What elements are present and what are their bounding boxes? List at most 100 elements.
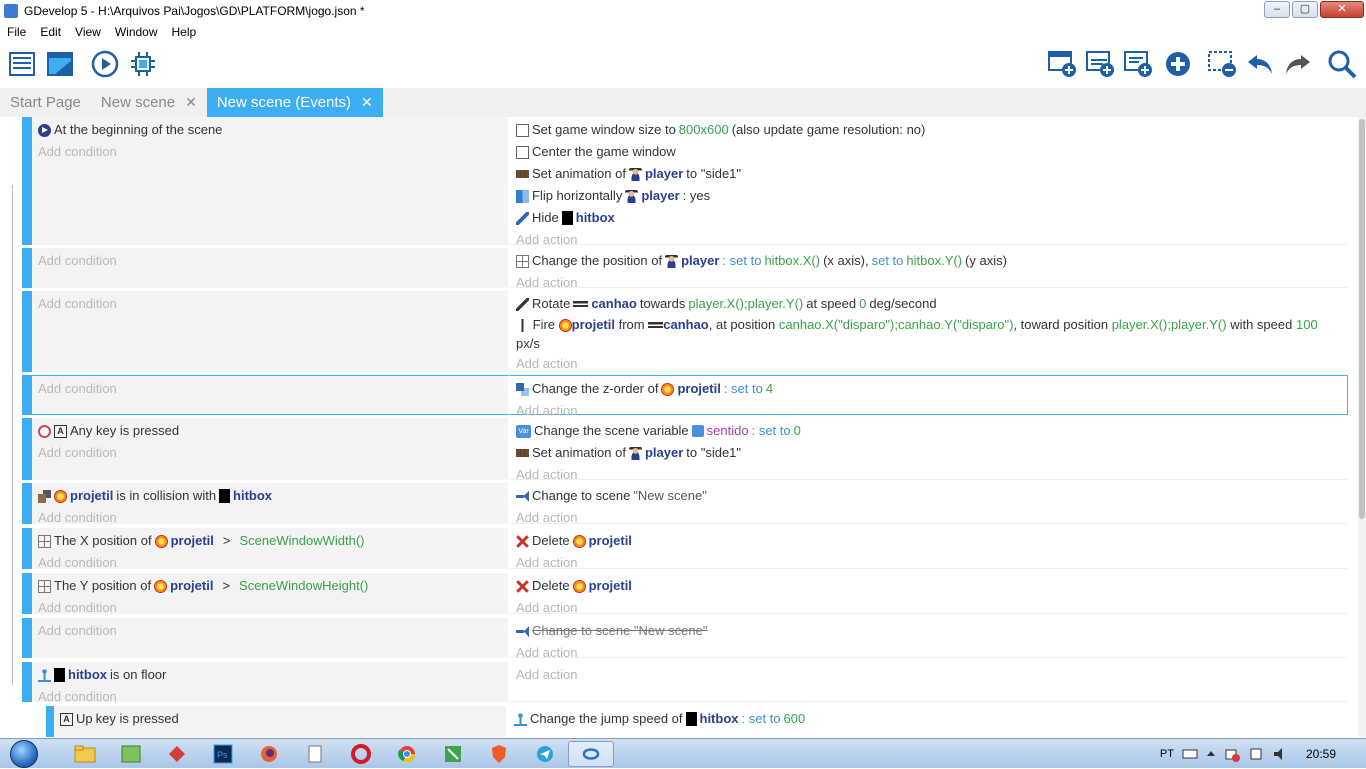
action[interactable]: Fire projetil from canhao, at position c… bbox=[516, 315, 1342, 353]
condition[interactable]: The X position of projetil > SceneWindowWid… bbox=[38, 530, 502, 552]
event-row[interactable]: hitbox is on floor Add condition Add acti… bbox=[22, 662, 1348, 704]
action[interactable]: Flip horizontally player: yes bbox=[516, 185, 1342, 207]
add-condition-link[interactable]: Add condition bbox=[38, 250, 502, 271]
conditions-column[interactable]: Add condition bbox=[32, 291, 510, 372]
add-action-link[interactable]: Add action bbox=[516, 464, 1342, 485]
events-scrollbar[interactable] bbox=[1358, 117, 1366, 737]
taskbar-telegram[interactable] bbox=[522, 741, 568, 767]
add-subevent-button[interactable] bbox=[1084, 48, 1116, 80]
actions-column[interactable]: Change to scene "New scene" Add action bbox=[510, 483, 1348, 525]
add-event-button[interactable] bbox=[1046, 48, 1078, 80]
add-condition-link[interactable]: Add condition bbox=[38, 552, 502, 573]
menu-file[interactable]: File bbox=[0, 25, 33, 39]
condition[interactable]: hitbox is on floor bbox=[38, 664, 502, 686]
action[interactable]: Delete projetil bbox=[516, 530, 1342, 552]
add-action-link[interactable]: Add action bbox=[516, 642, 1342, 663]
actions-column[interactable]: Change the jump speed of hitbox: set to 60… bbox=[508, 706, 1348, 737]
event-row[interactable]: A Any key is pressed Add condition Var Cha… bbox=[22, 418, 1348, 482]
action[interactable]: Var Change the scene variable sentido: set… bbox=[516, 420, 1342, 442]
minimize-button[interactable]: – bbox=[1264, 1, 1290, 18]
language-indicator[interactable]: PT bbox=[1160, 748, 1174, 760]
add-action-link[interactable]: Add action bbox=[516, 229, 1342, 250]
condition[interactable]: The Y position of projetil > SceneWindowHei… bbox=[38, 575, 502, 597]
event-handle[interactable] bbox=[22, 375, 32, 415]
conditions-column[interactable]: projetil is in collision with hitbox Add c… bbox=[32, 483, 510, 525]
add-condition-link[interactable]: Add condition bbox=[38, 597, 502, 618]
condition[interactable]: projetil is in collision with hitbox bbox=[38, 485, 502, 507]
event-handle[interactable] bbox=[46, 706, 54, 737]
maximize-button[interactable]: ▢ bbox=[1292, 1, 1318, 18]
add-condition-link[interactable]: Add condition bbox=[38, 507, 502, 528]
tab-new-scene-events[interactable]: New scene (Events) ✕ bbox=[206, 88, 383, 117]
action[interactable]: Change the z-order of projetil: set to 4 bbox=[516, 378, 1341, 400]
conditions-column[interactable]: Add condition bbox=[32, 248, 510, 288]
taskbar-notepad[interactable] bbox=[292, 741, 338, 767]
action[interactable]: Set game window size to 800x600 (also upda… bbox=[516, 119, 1342, 141]
event-row[interactable]: The X position of projetil > SceneWindowWid… bbox=[22, 528, 1348, 571]
add-action-link[interactable]: Add action bbox=[516, 597, 1342, 618]
event-handle[interactable] bbox=[22, 483, 32, 524]
add-action-link[interactable]: Add action bbox=[516, 507, 1342, 528]
add-condition-link[interactable]: Add condition bbox=[38, 442, 502, 463]
actions-column[interactable]: Var Change the scene variable sentido: set… bbox=[510, 418, 1348, 482]
menu-view[interactable]: View bbox=[68, 25, 108, 39]
menu-help[interactable]: Help bbox=[165, 25, 204, 39]
condition[interactable]: At the beginning of the scene bbox=[38, 119, 502, 141]
add-action-link[interactable]: Add action bbox=[516, 552, 1342, 573]
connection-icon[interactable] bbox=[1248, 746, 1264, 762]
event-row[interactable]: At the beginning of the scene Add condit… bbox=[22, 117, 1348, 247]
close-window-button[interactable]: ✕ bbox=[1320, 1, 1364, 18]
add-comment-button[interactable] bbox=[1122, 48, 1154, 80]
event-row[interactable]: Add condition Change the position of play… bbox=[22, 248, 1348, 290]
action-disabled[interactable]: Change to scene "New scene" bbox=[516, 620, 1342, 642]
delete-selection-button[interactable] bbox=[1206, 48, 1238, 80]
add-action-link[interactable]: Add action bbox=[516, 353, 1342, 374]
start-button[interactable] bbox=[4, 739, 44, 769]
debugger-button[interactable] bbox=[127, 48, 159, 80]
conditions-column[interactable]: At the beginning of the scene Add condit… bbox=[32, 117, 510, 245]
redo-button[interactable] bbox=[1282, 48, 1314, 80]
close-tab-icon[interactable]: ✕ bbox=[185, 94, 197, 111]
tab-new-scene[interactable]: New scene ✕ bbox=[91, 88, 207, 117]
add-action-link[interactable]: Add action bbox=[516, 272, 1342, 293]
action[interactable]: Change to scene "New scene" bbox=[516, 485, 1342, 507]
action[interactable]: Center the game window bbox=[516, 141, 1342, 163]
actions-column[interactable]: Delete projetil Add action bbox=[510, 573, 1348, 615]
network-warning-icon[interactable] bbox=[1224, 746, 1240, 762]
conditions-column[interactable]: Add condition bbox=[32, 375, 510, 415]
add-condition-link[interactable]: Add condition bbox=[38, 141, 502, 162]
conditions-column[interactable]: Add condition bbox=[32, 618, 510, 658]
actions-column[interactable]: Set game window size to 800x600 (also upda… bbox=[510, 117, 1348, 247]
taskbar-cards[interactable] bbox=[154, 741, 200, 767]
conditions-column[interactable]: The Y position of projetil > SceneWindowHei… bbox=[32, 573, 510, 615]
preview-button[interactable] bbox=[89, 48, 121, 80]
action[interactable]: Delete projetil bbox=[516, 575, 1342, 597]
actions-column[interactable]: Delete projetil Add action bbox=[510, 528, 1348, 570]
add-condition-link[interactable]: Add condition bbox=[38, 686, 502, 707]
taskbar-image-app[interactable] bbox=[108, 741, 154, 767]
taskbar-chrome[interactable] bbox=[384, 741, 430, 767]
conditions-column[interactable]: hitbox is on floor Add condition bbox=[32, 662, 510, 704]
action[interactable]: Change the jump speed of hitbox: set to 60… bbox=[514, 708, 1342, 730]
add-condition-link[interactable]: Add condition bbox=[38, 620, 502, 641]
sub-event-row[interactable]: A Up key is pressed Change the jump speed … bbox=[22, 706, 1348, 737]
clock[interactable]: 20:59 bbox=[1306, 747, 1336, 761]
event-handle[interactable] bbox=[22, 418, 32, 480]
actions-column[interactable]: Change the position of player: set to hitb… bbox=[510, 248, 1348, 290]
event-row[interactable]: Add condition Change to scene "New scene… bbox=[22, 618, 1348, 660]
actions-column[interactable]: Add action bbox=[510, 662, 1348, 702]
taskbar-photoshop[interactable]: Ps bbox=[200, 741, 246, 767]
add-action-link[interactable]: Add action bbox=[516, 664, 1342, 685]
search-button[interactable] bbox=[1326, 48, 1358, 80]
volume-icon[interactable] bbox=[1272, 746, 1288, 762]
action[interactable]: Rotate canhao towards player.X();player.Y()… bbox=[516, 293, 1342, 315]
action[interactable]: Change the position of player: set to hitb… bbox=[516, 250, 1342, 272]
actions-column[interactable]: Change the z-order of projetil: set to 4 A… bbox=[510, 375, 1348, 418]
menu-window[interactable]: Window bbox=[108, 25, 165, 39]
taskbar-brave[interactable] bbox=[476, 741, 522, 767]
event-handle[interactable] bbox=[22, 117, 32, 245]
event-handle[interactable] bbox=[22, 618, 32, 658]
taskbar-explorer[interactable] bbox=[62, 741, 108, 767]
keyboard-icon[interactable] bbox=[1182, 748, 1198, 760]
event-handle[interactable] bbox=[22, 291, 32, 372]
